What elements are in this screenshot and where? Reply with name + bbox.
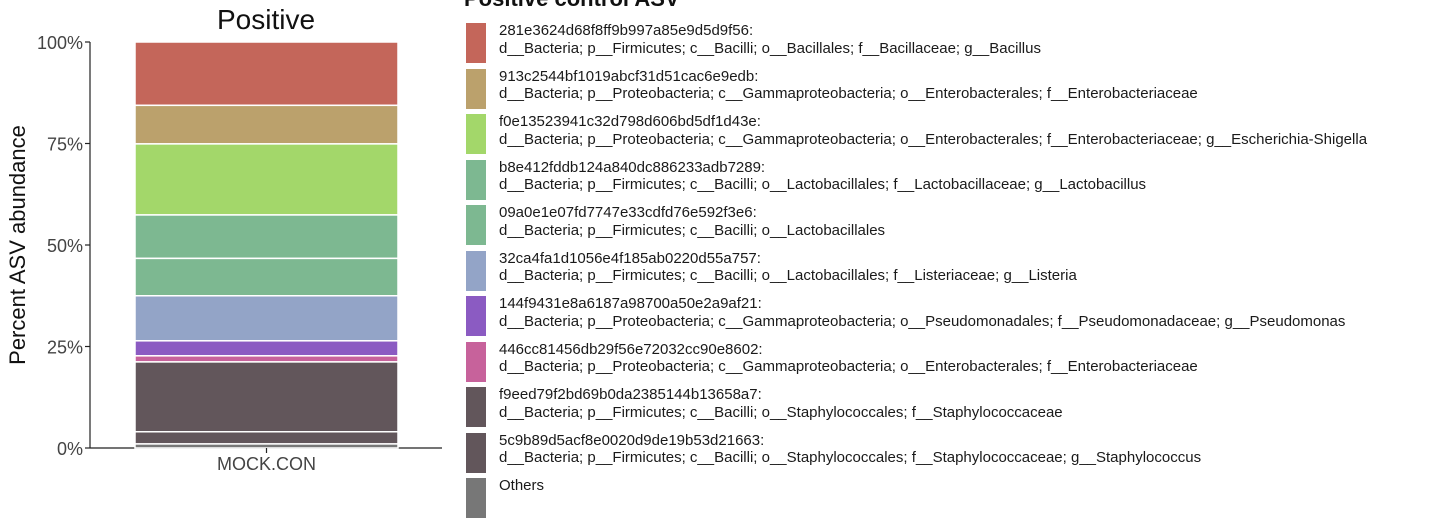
legend-item: 913c2544bf1019abcf31d51cac6e9edb: d__Bact… xyxy=(466,67,1426,111)
y-tick-label: 50% xyxy=(47,236,83,256)
bar-segment-10 xyxy=(134,443,399,449)
legend-item: f9eed79f2bd69b0da2385144b13658a7: d__Bact… xyxy=(466,385,1426,429)
legend-taxonomy: d__Bacteria; p__Firmicutes; c__Bacilli; … xyxy=(499,267,1077,284)
legend-asv-id: 5c9b89d5acf8e0020d9de19b53d21663: xyxy=(499,431,765,449)
legend-taxonomy: d__Bacteria; p__Firmicutes; c__Bacilli; … xyxy=(499,221,886,239)
legend-swatch xyxy=(466,68,486,109)
legend-taxonomy: d__Bacteria; p__Proteobacteria; c__Gamma… xyxy=(499,312,1346,330)
legend-item: f0e13523941c32d798d606bd5df1d43e: d__Bact… xyxy=(466,112,1426,156)
legend-label: 32ca4fa1d1056e4f185ab0220d55a757: d__Bact… xyxy=(499,250,1077,285)
legend-asv-id: f0e13523941c32d798d606bd5df1d43e: xyxy=(499,113,761,130)
legend-title: Positive control ASV xyxy=(464,0,680,12)
bar-segment-1 xyxy=(134,104,399,145)
legend-asv-id: b8e412fddb124a840dc886233adb7289: xyxy=(499,158,766,176)
legend-label: b8e412fddb124a840dc886233adb7289: d__Bact… xyxy=(499,159,1146,194)
legend-swatch xyxy=(466,432,486,473)
legend-asv-id: 281e3624d68f8ff9b997a85e9d5d9f56: xyxy=(499,22,754,39)
bar-segment-6 xyxy=(134,340,399,357)
legend-asv-id: 09a0e1e07fd7747e33cdfd76e592f3e6: xyxy=(499,204,757,221)
bar-segment-7 xyxy=(134,355,399,363)
legend-item: 281e3624d68f8ff9b997a85e9d5d9f56: d__Bact… xyxy=(466,21,1426,65)
bar-segment-0 xyxy=(134,41,399,107)
legend-taxonomy: d__Bacteria; p__Proteobacteria; c__Gamma… xyxy=(499,85,1198,102)
y-tick-label: 0% xyxy=(57,439,83,459)
legend-swatch xyxy=(466,250,486,291)
legend-taxonomy: d__Bacteria; p__Proteobacteria; c__Gamma… xyxy=(499,130,1368,148)
legend-item: 446cc81456db29f56e72032cc90e8602: d__Bact… xyxy=(466,340,1426,384)
legend-swatch xyxy=(466,478,486,518)
legend-swatch xyxy=(466,341,486,382)
legend-swatch xyxy=(466,296,486,336)
legend-item: b8e412fddb124a840dc886233adb7289: d__Bact… xyxy=(466,158,1426,202)
legend-swatch xyxy=(466,159,486,200)
legend-taxonomy: d__Bacteria; p__Firmicutes; c__Bacilli; … xyxy=(499,39,1041,57)
legend-item: 09a0e1e07fd7747e33cdfd76e592f3e6: d__Bact… xyxy=(466,203,1426,247)
y-axis-label: Percent ASV abundance xyxy=(5,125,30,365)
y-tick-label: 100% xyxy=(37,33,83,53)
legend-asv-id: 144f9431e8a6187a98700a50e2a9af21: xyxy=(499,295,762,312)
legend-taxonomy: d__Bacteria; p__Proteobacteria; c__Gamma… xyxy=(499,358,1198,375)
bar-segment-3 xyxy=(134,214,399,260)
legend-taxonomy: d__Bacteria; p__Firmicutes; c__Bacilli; … xyxy=(499,403,1063,421)
y-tick-label: 75% xyxy=(47,135,83,155)
bar-segment-4 xyxy=(134,257,399,297)
x-tick-label: MOCK.CON xyxy=(217,454,316,474)
bar-segment-2 xyxy=(134,143,399,216)
legend-swatch xyxy=(466,23,486,63)
legend-swatch xyxy=(466,387,486,427)
chart-title: Positive xyxy=(217,4,315,35)
legend-label: 281e3624d68f8ff9b997a85e9d5d9f56: d__Bact… xyxy=(499,22,1041,57)
legend-taxonomy: d__Bacteria; p__Firmicutes; c__Bacilli; … xyxy=(499,176,1147,193)
legend-item: 5c9b89d5acf8e0020d9de19b53d21663: d__Bact… xyxy=(466,431,1426,475)
legend-asv-id: 32ca4fa1d1056e4f185ab0220d55a757: xyxy=(499,249,761,267)
legend-label: 144f9431e8a6187a98700a50e2a9af21: d__Bact… xyxy=(499,295,1345,330)
legend-label: 5c9b89d5acf8e0020d9de19b53d21663: d__Bact… xyxy=(499,432,1201,467)
legend-label: 913c2544bf1019abcf31d51cac6e9edb: d__Bact… xyxy=(499,68,1198,103)
legend-label: f0e13523941c32d798d606bd5df1d43e: d__Bact… xyxy=(499,113,1367,148)
legend-item: Others xyxy=(466,476,1426,520)
legend-label: f9eed79f2bd69b0da2385144b13658a7: d__Bact… xyxy=(499,386,1063,421)
legend-swatch xyxy=(466,114,486,154)
legend-taxonomy: d__Bacteria; p__Firmicutes; c__Bacilli; … xyxy=(499,449,1202,466)
bar-segment-5 xyxy=(134,295,399,342)
bar-segment-8 xyxy=(134,361,399,433)
legend-item: 32ca4fa1d1056e4f185ab0220d55a757: d__Bact… xyxy=(466,249,1426,293)
legend-label: 09a0e1e07fd7747e33cdfd76e592f3e6: d__Bact… xyxy=(499,204,885,239)
legend-label: 446cc81456db29f56e72032cc90e8602: d__Bact… xyxy=(499,341,1198,376)
legend-asv-id: 913c2544bf1019abcf31d51cac6e9edb: xyxy=(499,67,759,85)
y-tick-label: 25% xyxy=(47,338,83,358)
legend-asv-id: f9eed79f2bd69b0da2385144b13658a7: xyxy=(499,386,762,403)
legend-swatch xyxy=(466,205,486,245)
bar-segment-9 xyxy=(134,431,399,445)
legend-asv-id: 446cc81456db29f56e72032cc90e8602: xyxy=(499,340,763,358)
legend-item: 144f9431e8a6187a98700a50e2a9af21: d__Bact… xyxy=(466,294,1426,338)
